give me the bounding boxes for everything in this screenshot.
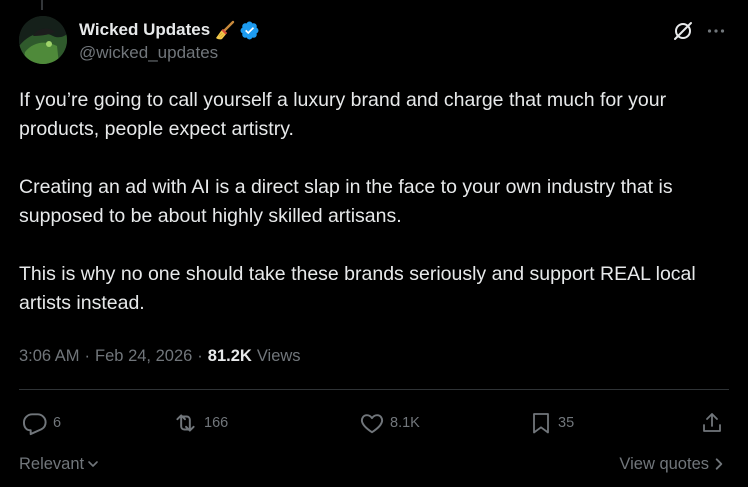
views-label[interactable]: Views: [257, 347, 301, 366]
reply-count: 6: [53, 415, 62, 431]
meta-separator: ·: [84, 347, 91, 365]
share-icon: [703, 413, 721, 432]
replies-sort-label: Relevant: [19, 454, 85, 473]
heart-icon: [360, 414, 384, 434]
repost-button[interactable]: 166: [172, 410, 228, 436]
divider: [19, 389, 729, 390]
thread-connector-line: [41, 0, 43, 10]
avatar[interactable]: [19, 16, 67, 64]
broom-icon: [214, 19, 236, 41]
tweet-top-actions: [672, 20, 726, 47]
bookmark-button[interactable]: 35: [529, 410, 574, 436]
tweet-text: If you’re going to call yourself a luxur…: [19, 86, 731, 318]
tweet-time[interactable]: 3:06 AM: [19, 347, 80, 366]
tweet-paragraph: If you’re going to call yourself a luxur…: [19, 89, 667, 140]
tweet-footer: Relevant View quotes: [19, 452, 726, 476]
reply-icon: [22, 413, 47, 436]
author-handle[interactable]: @wicked_updates: [79, 43, 260, 63]
verified-badge-icon[interactable]: [239, 20, 260, 41]
tweet-author: Wicked Updates @wicked_updates: [79, 18, 260, 63]
share-button[interactable]: [700, 410, 724, 436]
avatar-image: [19, 16, 67, 64]
bookmark-icon: [533, 413, 549, 434]
tweet-date[interactable]: Feb 24, 2026: [95, 347, 192, 366]
reply-button[interactable]: 6: [22, 410, 61, 436]
like-button[interactable]: 8.1K: [359, 410, 420, 436]
more-options-icon[interactable]: [706, 21, 726, 46]
views-count[interactable]: 81.2K: [208, 347, 252, 366]
like-count: 8.1K: [390, 415, 420, 431]
chevron-down-icon: [88, 461, 98, 467]
tweet-paragraph: Creating an ad with AI is a direct slap …: [19, 176, 673, 227]
tweet-action-bar: 6 166 8.1K 35: [22, 410, 724, 440]
tweet-metadata: 3:06 AM · Feb 24, 2026 · 81.2K Views: [19, 347, 301, 366]
view-quotes-link[interactable]: View quotes: [619, 455, 726, 474]
meta-separator: ·: [197, 347, 203, 365]
tweet-paragraph: This is why no one should take these bra…: [19, 263, 696, 314]
repost-icon: [176, 414, 195, 432]
chevron-right-icon: [715, 458, 723, 470]
author-name-row: Wicked Updates: [79, 18, 260, 42]
view-quotes-label: View quotes: [619, 454, 709, 473]
replies-sort-dropdown[interactable]: Relevant: [19, 455, 99, 474]
author-display-name[interactable]: Wicked Updates: [79, 20, 210, 40]
grok-icon[interactable]: [672, 20, 694, 47]
repost-count: 166: [204, 415, 229, 431]
bookmark-count: 35: [558, 415, 575, 431]
